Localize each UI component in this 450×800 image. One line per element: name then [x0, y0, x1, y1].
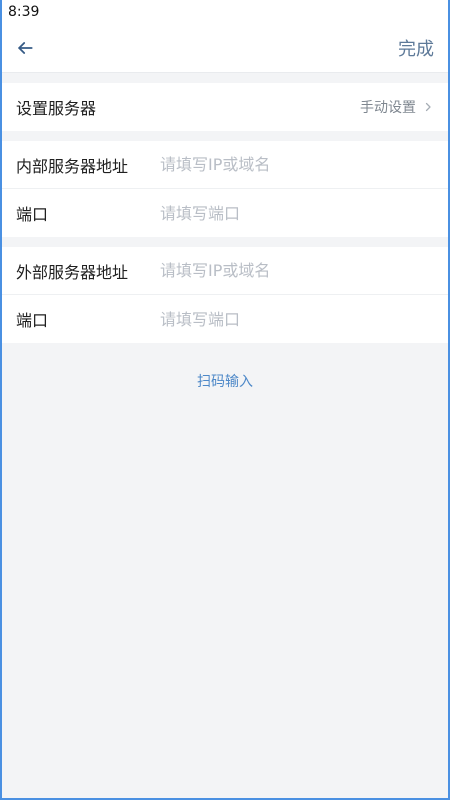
internal-address-label: 内部服务器地址 — [16, 156, 129, 176]
screen-frame: 8:39 完成 设置服务器 手动设置 内部服务器地址 请填写IP或域名 端口 请… — [2, 0, 448, 798]
status-bar: 8:39 — [2, 0, 448, 24]
top-nav-bar: 完成 — [2, 24, 448, 73]
done-button[interactable]: 完成 — [398, 35, 434, 61]
section-gap — [2, 131, 448, 141]
external-server-section: 外部服务器地址 端口 — [2, 247, 448, 343]
internal-address-row: 内部服务器地址 — [2, 141, 448, 189]
external-port-label: 端口 — [16, 311, 49, 330]
server-setting-value: 手动设置 — [360, 100, 416, 116]
internal-port-input[interactable] — [160, 203, 434, 223]
chevron-right-icon — [425, 102, 431, 112]
server-setting-value-group[interactable]: 手动设置 — [360, 97, 434, 117]
back-button[interactable] — [14, 37, 36, 59]
external-address-row: 外部服务器地址 — [2, 247, 448, 295]
scan-input-wrapper: 扫码输入 — [2, 371, 448, 391]
external-port-input[interactable] — [160, 309, 434, 329]
section-gap — [2, 237, 448, 247]
internal-port-row: 端口 — [2, 189, 448, 237]
internal-server-section: 内部服务器地址 端口 — [2, 141, 448, 237]
section-gap — [2, 73, 448, 83]
server-setting-label: 设置服务器 — [16, 99, 97, 118]
internal-address-input[interactable] — [160, 155, 434, 174]
internal-port-label: 端口 — [16, 205, 49, 224]
external-address-label: 外部服务器地址 — [16, 262, 129, 282]
scan-input-link[interactable]: 扫码输入 — [197, 374, 253, 390]
external-address-input[interactable] — [160, 261, 434, 280]
server-setting-row[interactable]: 设置服务器 手动设置 — [2, 83, 448, 131]
external-port-row: 端口 — [2, 295, 448, 343]
server-setting-section: 设置服务器 手动设置 — [2, 83, 448, 131]
arrow-left-icon — [18, 42, 33, 54]
status-time: 8:39 — [8, 4, 40, 20]
